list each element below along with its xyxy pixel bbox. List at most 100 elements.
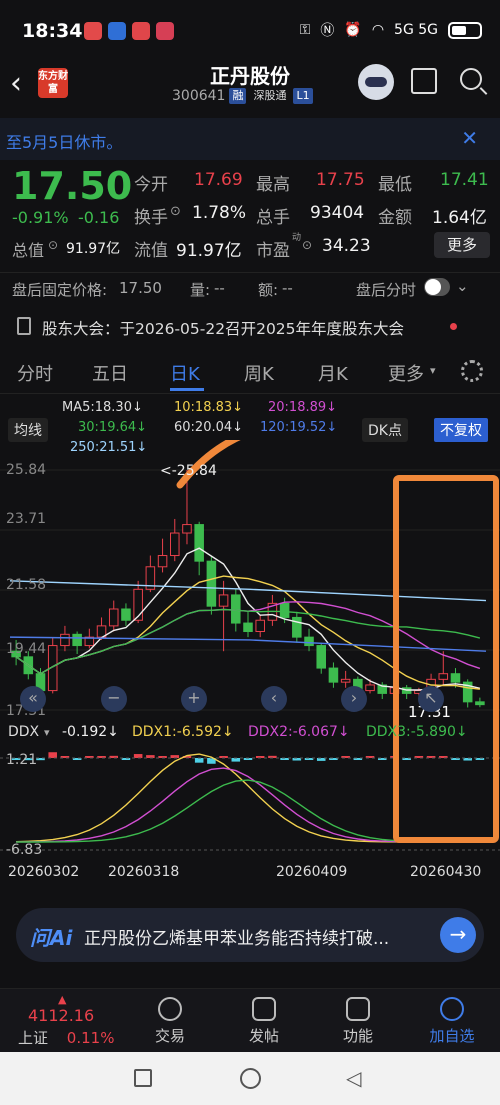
tab-more[interactable]: 更多 xyxy=(388,360,424,386)
document-icon xyxy=(17,317,31,335)
zoom-in-button[interactable]: + xyxy=(181,686,207,712)
margin-tag: 融 xyxy=(229,88,247,104)
level-tag: L1 xyxy=(293,88,313,104)
dk-point-button[interactable]: DK点 xyxy=(362,418,408,442)
caret-down-icon[interactable]: ▾ xyxy=(430,364,436,377)
y-tick-label: 21.58 xyxy=(6,577,47,593)
assistant-robot-icon[interactable] xyxy=(358,64,394,100)
open-value: 17.69 xyxy=(194,170,243,190)
meeting-text: 股东大会：于2026-05-22召开2025年年度股东大会 xyxy=(42,320,405,338)
ddx-indicator-row: DDX ▾ -0.192↓ DDX1:-6.592↓ DDX2:-6.067↓ … xyxy=(0,724,500,746)
kline-chart[interactable] xyxy=(0,440,500,880)
tab-five-day[interactable]: 五日 xyxy=(92,360,128,386)
grid-icon xyxy=(346,997,370,1021)
turnover-value: 1.78% xyxy=(192,203,247,223)
scroll-left-fast-button[interactable]: « xyxy=(20,686,46,712)
more-button[interactable]: 更多 xyxy=(434,232,490,258)
index-widget[interactable]: ▲ 4112.16 上证 0.11% xyxy=(8,993,118,1048)
stock-code: 300641 xyxy=(172,88,226,104)
back-nav-button[interactable]: ◁ xyxy=(346,1066,361,1090)
scroll-right-button[interactable]: › xyxy=(341,686,367,712)
scroll-left-button[interactable]: ‹ xyxy=(261,686,287,712)
ddx-select[interactable]: DDX xyxy=(8,724,39,740)
expand-button[interactable]: ↖ xyxy=(418,686,444,712)
shareholder-meeting-row[interactable]: 股东大会：于2026-05-22召开2025年年度股东大会 xyxy=(0,308,500,346)
mktcap-label: 总值 xyxy=(12,241,45,260)
tab-underline xyxy=(170,388,204,391)
low-label: 最低 xyxy=(378,175,412,195)
ddx-top-tick: 1.21 xyxy=(6,752,38,768)
connect-tag: 深股通 xyxy=(253,89,287,102)
bottom-bar: ▲ 4112.16 上证 0.11% 交易 发帖 功能 加自选 xyxy=(0,988,500,1052)
tab-intraday[interactable]: 分时 xyxy=(17,360,53,386)
info-icon[interactable]: ⊙ xyxy=(302,238,312,252)
tab-monthly-k[interactable]: 月K xyxy=(318,360,348,386)
float-label: 流值 xyxy=(134,241,168,261)
candle-body xyxy=(328,667,339,683)
plus-circle-icon xyxy=(440,997,464,1021)
app-notification-icon xyxy=(132,22,150,40)
status-icons: ⚿ Ⓝ ⏰ ◠ 5G 5G xyxy=(300,20,482,40)
chevron-down-icon[interactable]: ⌄ xyxy=(456,277,469,295)
info-icon[interactable]: ⊙ xyxy=(48,238,58,252)
candle-body xyxy=(218,594,229,607)
key-icon: ⚿ xyxy=(299,22,311,38)
tab-weekly-k[interactable]: 周K xyxy=(244,360,274,386)
ma120-value: 120:19.52↓ xyxy=(260,420,338,435)
candle-body xyxy=(108,608,119,627)
candle-body xyxy=(60,633,70,647)
after-amt: -- xyxy=(282,279,293,297)
ai-assistant-bar[interactable]: 问Ai 正丹股份乙烯基甲苯业务能否持续打破... → xyxy=(16,908,484,962)
ddx3-line xyxy=(16,779,480,843)
tab-daily-k[interactable]: 日K xyxy=(170,360,200,386)
y-tick-label: 23.71 xyxy=(6,511,47,527)
function-button[interactable]: 功能 xyxy=(328,993,388,1046)
add-watchlist-button[interactable]: 加自选 xyxy=(422,993,482,1046)
candle-body xyxy=(206,560,217,607)
amount-label: 金额 xyxy=(378,208,412,228)
add-watchlist-label: 加自选 xyxy=(429,1027,475,1045)
candle-body xyxy=(231,594,241,624)
candle-body xyxy=(243,622,253,633)
ma60-value: 60:20.04↓ xyxy=(174,420,244,435)
close-icon[interactable]: ✕ xyxy=(461,126,478,150)
index-percent: 0.11% xyxy=(66,1029,115,1047)
adjust-mode-button[interactable]: 不复权 xyxy=(434,418,488,442)
trade-button[interactable]: 交易 xyxy=(140,993,200,1046)
date-label: 20260409 xyxy=(276,864,348,880)
status-bar: 18:34 ⚿ Ⓝ ⏰ ◠ 5G 5G xyxy=(0,0,500,60)
after-vol-label: 量: xyxy=(190,281,211,299)
arrow-right-icon[interactable]: → xyxy=(440,917,476,953)
status-time: 18:34 xyxy=(22,20,83,42)
ddx-bar xyxy=(231,758,241,762)
amount-value: 1.64亿 xyxy=(432,208,487,228)
share-icon[interactable] xyxy=(411,68,437,94)
search-icon[interactable] xyxy=(460,68,482,90)
ddx-bar xyxy=(133,754,143,758)
candle-body xyxy=(475,701,485,706)
zoom-out-button[interactable]: − xyxy=(101,686,127,712)
stock-code-row: 300641 融 深股通 L1 xyxy=(172,88,313,104)
post-button[interactable]: 发帖 xyxy=(234,993,294,1046)
index-name: 上证 xyxy=(18,1029,49,1047)
market-notice: 至5月5日休市。 ✕ xyxy=(0,118,500,160)
chart-tabs: 分时 五日 日K 周K 月K 更多 ▾ xyxy=(0,350,500,394)
recent-apps-button[interactable] xyxy=(134,1069,152,1087)
after-vol: -- xyxy=(214,279,225,297)
caret-down-icon[interactable]: ▾ xyxy=(44,726,50,739)
app-notification-icon xyxy=(84,22,102,40)
ma30-value: 30:19.64↓ xyxy=(78,420,148,435)
date-label: 20260430 xyxy=(410,864,482,880)
candle-body xyxy=(304,636,314,647)
wifi-icon: ◠ xyxy=(371,22,385,38)
candle-body xyxy=(450,673,461,683)
indicator-mode-select[interactable]: 均线 xyxy=(8,418,48,442)
index-value: 4112.16 xyxy=(28,1006,95,1025)
info-icon[interactable]: ⊙ xyxy=(170,204,181,219)
home-button[interactable] xyxy=(240,1068,261,1089)
after-hours-toggle[interactable] xyxy=(424,278,450,296)
date-label: 20260318 xyxy=(108,864,180,880)
after-toggle-label: 盘后分时 xyxy=(356,281,417,299)
yuan-icon xyxy=(158,997,182,1021)
gear-icon[interactable] xyxy=(461,360,483,382)
